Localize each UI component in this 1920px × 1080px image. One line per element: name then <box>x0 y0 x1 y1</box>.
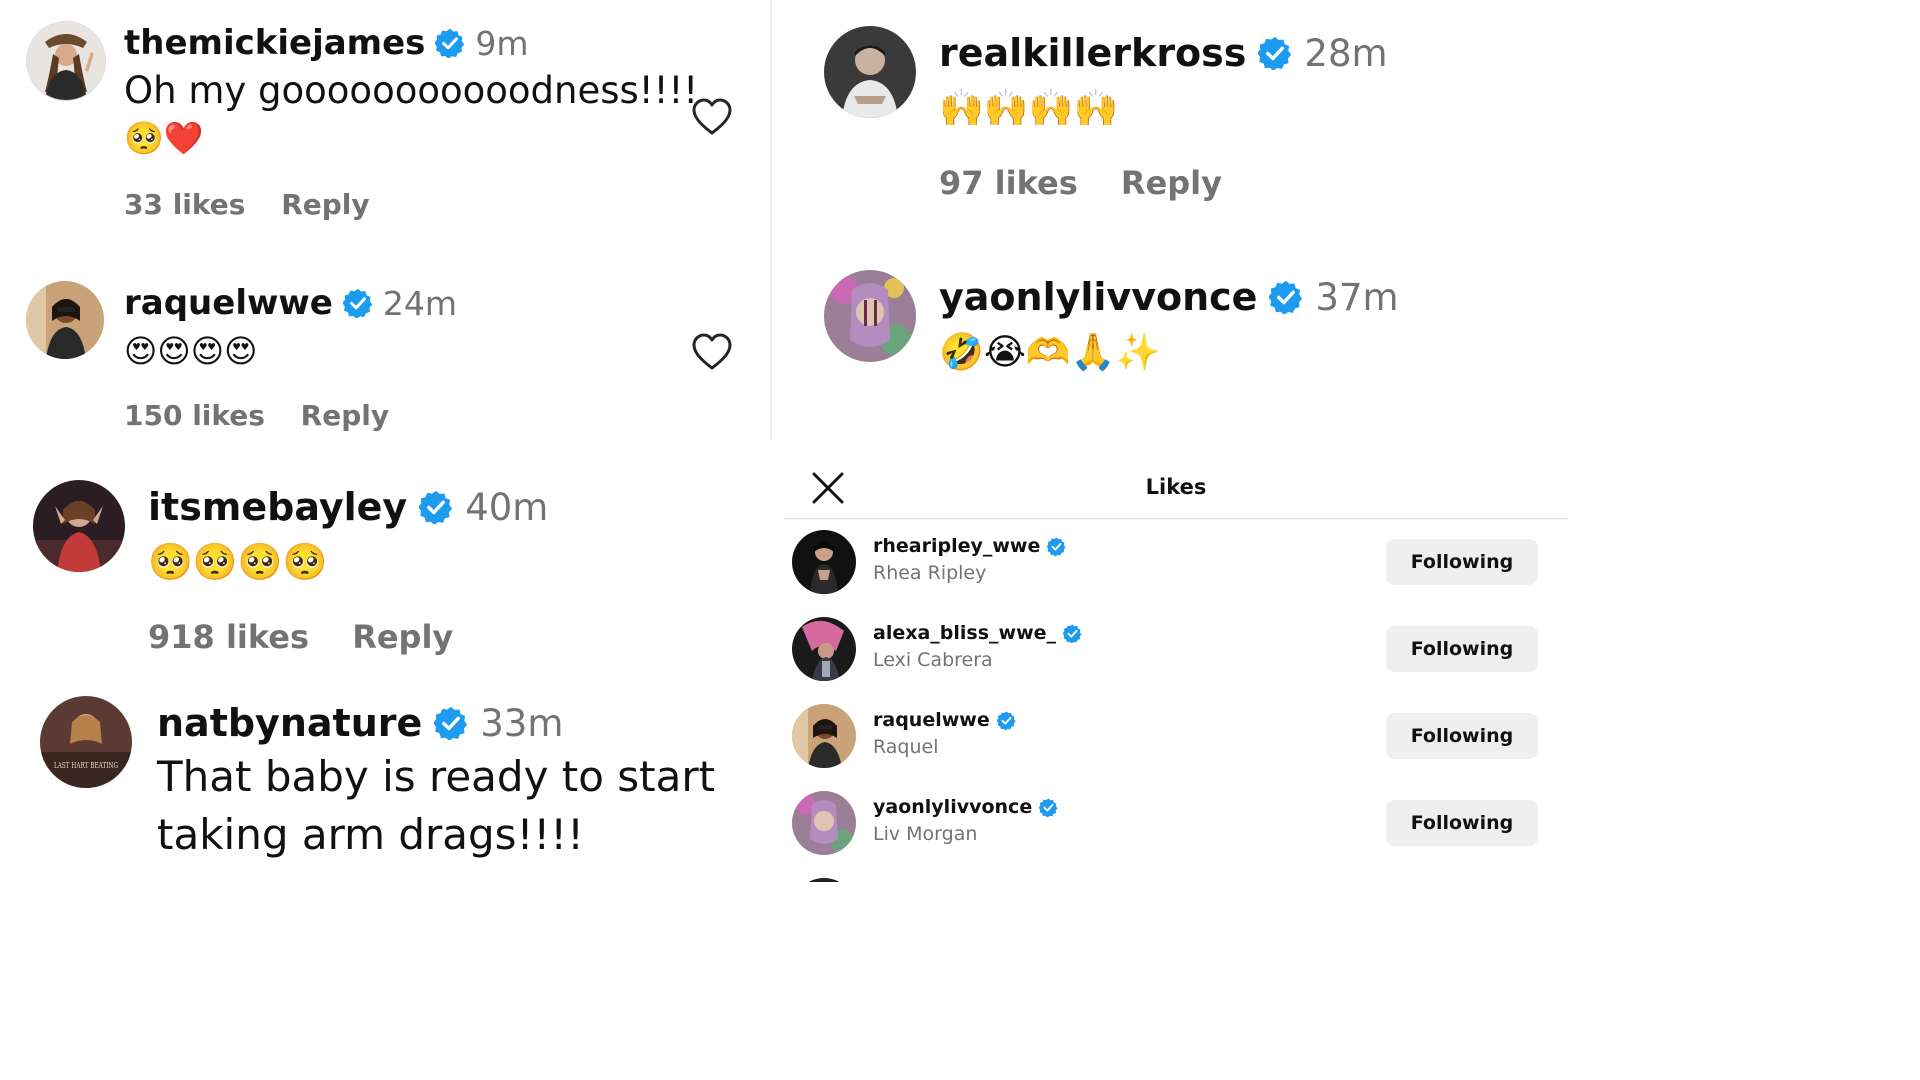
username[interactable]: themickiejames <box>124 23 425 63</box>
timestamp: 37m <box>1315 275 1399 319</box>
likes-title: Likes <box>1145 475 1207 499</box>
comment-text-line-2: taking arm drags!!!! <box>157 810 584 859</box>
reply-button[interactable]: Reply <box>352 618 453 656</box>
emoji: 🙌 <box>1028 88 1074 129</box>
likes-count[interactable]: 33 likes <box>124 188 245 221</box>
comment-text: Oh my gooooooooooodness!!!! <box>124 69 699 112</box>
emoji: 😍 <box>124 332 158 370</box>
comments-panel-top-left: themickiejames 9m Oh my gooooooooooodnes… <box>0 0 770 440</box>
avatar[interactable] <box>792 704 856 768</box>
comment-text-line-1: That baby is ready to start <box>157 752 716 801</box>
reply-button[interactable]: Reply <box>281 188 369 221</box>
emoji: 😍 <box>224 332 258 370</box>
liker-fullname: Liv Morgan <box>873 823 978 845</box>
avatar[interactable] <box>824 270 916 362</box>
avatar[interactable] <box>26 281 104 359</box>
avatar[interactable] <box>33 480 125 572</box>
comment-emojis: 🥺 🥺 🥺 🥺 <box>148 538 327 586</box>
emoji: 🙌 <box>983 88 1029 129</box>
verified-badge-icon <box>997 711 1016 730</box>
timestamp: 28m <box>1304 31 1388 75</box>
liker-row[interactable]: raquelwwe Raquel Following <box>784 696 1568 776</box>
liker-row[interactable]: yaonlylivvonce Liv Morgan Following <box>784 783 1568 863</box>
avatar[interactable] <box>792 791 856 855</box>
username[interactable]: realkillerkross <box>939 31 1246 75</box>
reply-button[interactable]: Reply <box>301 399 389 432</box>
emoji: 🥺 <box>192 542 238 583</box>
following-button[interactable]: Following <box>1386 626 1538 672</box>
likes-panel: Likes rhearipley_wwe Rhea Ripley Followi… <box>784 440 1568 882</box>
comment-emojis: 🤣 😭 🫶 🙏 ✨ <box>939 328 1160 376</box>
avatar-text: LAST HART BEATING <box>54 761 118 770</box>
verified-badge-icon <box>1047 537 1066 556</box>
likes-count[interactable]: 150 likes <box>124 399 265 432</box>
verified-badge-icon <box>434 706 468 740</box>
emoji: 🙌 <box>939 88 984 129</box>
avatar[interactable]: LAST HART BEATING <box>40 696 132 788</box>
username[interactable]: yaonlylivvonce <box>939 275 1257 319</box>
timestamp: 24m <box>382 283 457 323</box>
liker-username[interactable]: rhearipley_wwe <box>873 535 1040 557</box>
emoji: 🫶 <box>1025 332 1071 373</box>
comment-emojis: 😍 😍 😍 😍 <box>124 330 257 372</box>
username[interactable]: natbynature <box>157 701 422 745</box>
emoji: ✨ <box>1115 332 1161 373</box>
following-button[interactable]: Following <box>1386 539 1538 585</box>
emoji: 🥺 <box>148 542 193 583</box>
likes-count[interactable]: 97 likes <box>939 164 1078 202</box>
emoji: 🥺 <box>282 542 328 583</box>
like-heart-icon[interactable] <box>692 98 732 138</box>
avatar[interactable] <box>792 617 856 681</box>
liker-username[interactable]: yaonlylivvonce <box>873 796 1032 818</box>
comment-emojis: 🥺 ❤️ <box>124 117 204 159</box>
emoji: 🥺 <box>237 542 283 583</box>
liker-fullname: Lexi Cabrera <box>873 649 993 671</box>
verified-badge-icon <box>1063 624 1082 643</box>
verified-badge-icon <box>343 288 373 318</box>
emoji: 🙏 <box>1070 332 1116 373</box>
comments-panel-bottom-left: itsmebayley 40m 🥺 🥺 🥺 🥺 918 likes Reply … <box>0 440 782 882</box>
emoji: 😭 <box>983 331 1026 373</box>
emoji: 🥺 <box>124 119 164 157</box>
comments-panel-top-right: realkillerkross 28m 🙌 🙌 🙌 🙌 97 likes Rep… <box>772 0 1568 440</box>
liker-row[interactable]: alexa_bliss_wwe_ Lexi Cabrera Following <box>784 609 1568 689</box>
emoji: 😍 <box>190 332 225 370</box>
reply-button[interactable]: Reply <box>1121 164 1222 202</box>
verified-badge-icon <box>1269 280 1303 314</box>
verified-badge-icon <box>419 490 453 524</box>
like-heart-icon[interactable] <box>692 333 732 373</box>
verified-badge-icon <box>435 28 465 58</box>
liker-fullname: Raquel <box>873 736 939 758</box>
emoji: ❤️ <box>163 119 204 157</box>
liker-username[interactable]: raquelwwe <box>873 709 990 731</box>
avatar[interactable] <box>792 530 856 594</box>
timestamp: 40m <box>465 485 549 529</box>
verified-badge-icon <box>1039 798 1058 817</box>
emoji: 😍 <box>157 332 191 370</box>
timestamp: 9m <box>475 23 529 63</box>
avatar[interactable] <box>824 26 916 118</box>
following-button[interactable]: Following <box>1386 800 1538 846</box>
avatar[interactable] <box>26 21 106 101</box>
verified-badge-icon <box>1258 36 1292 70</box>
username[interactable]: raquelwwe <box>124 283 333 323</box>
liker-row[interactable]: rhearipley_wwe Rhea Ripley Following <box>784 522 1568 602</box>
comment-emojis: 🙌 🙌 🙌 🙌 <box>939 84 1118 132</box>
emoji: 🙌 <box>1073 88 1119 129</box>
following-button[interactable]: Following <box>1386 713 1538 759</box>
likes-count[interactable]: 918 likes <box>148 618 309 656</box>
next-avatar-peek <box>792 878 856 882</box>
timestamp: 33m <box>480 701 564 745</box>
liker-fullname: Rhea Ripley <box>873 562 987 584</box>
emoji: 🤣 <box>939 332 984 373</box>
username[interactable]: itsmebayley <box>148 485 407 529</box>
likes-header: Likes <box>784 440 1568 519</box>
liker-username[interactable]: alexa_bliss_wwe_ <box>873 622 1056 644</box>
